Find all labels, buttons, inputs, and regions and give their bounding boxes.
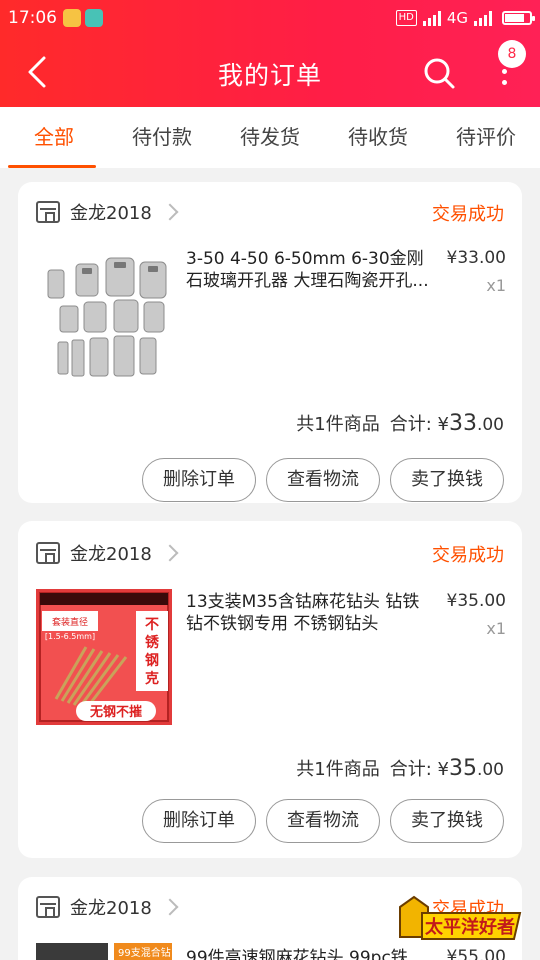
delete-order-button[interactable]: 删除订单 (142, 799, 256, 843)
tab-pending-payment[interactable]: 待付款 (108, 107, 216, 168)
product-title[interactable]: 3-50 4-50 6-50mm 6-30金刚石玻璃开孔器 大理石陶瓷开孔... (186, 248, 434, 292)
shop-header[interactable]: 金龙2018 (36, 537, 179, 569)
chevron-right-icon (161, 203, 179, 221)
order-summary: 共1件商品 合计: ¥35.00 (296, 755, 504, 781)
status-right: HD 4G (395, 9, 535, 27)
view-logistics-button[interactable]: 查看物流 (266, 799, 380, 843)
svg-text:不: 不 (145, 617, 159, 633)
svg-text:无钢不摧: 无钢不摧 (89, 704, 142, 720)
notification-app-icon (63, 9, 81, 27)
resell-button[interactable]: 卖了换钱 (390, 458, 504, 502)
message-count-badge: 8 (498, 40, 526, 68)
product-title[interactable]: 99件高速钢麻花钻头 99pc铁 (186, 947, 434, 960)
order-total: 合计: ¥35.00 (389, 756, 504, 781)
product-image[interactable] (36, 248, 172, 384)
network-type: 4G (446, 9, 468, 27)
battery-icon (502, 11, 535, 25)
shop-header[interactable]: 金龙2018 (36, 891, 179, 923)
resell-button[interactable]: 卖了换钱 (390, 799, 504, 843)
order-actions: 删除订单 查看物流 卖了换钱 (142, 458, 504, 502)
svg-text:太平洋好者: 太平洋好者 (425, 916, 515, 938)
product-price: ¥35.00 (446, 591, 506, 611)
product-price: ¥55.00 (446, 947, 506, 960)
status-time: 17:06 (8, 8, 57, 28)
order-status: 交易成功 (432, 545, 504, 566)
search-icon[interactable] (420, 54, 460, 94)
product-image[interactable]: 套装直径 [1.5-6.5mm] 不 锈 钢 克 无钢不摧 (36, 589, 172, 725)
title-bar: 我的订单 (0, 36, 540, 107)
svg-text:[1.5-6.5mm]: [1.5-6.5mm] (45, 632, 95, 641)
chevron-right-icon (161, 898, 179, 916)
product-image[interactable]: 99支混合钻 (36, 943, 172, 960)
order-total: 合计: ¥33.00 (389, 411, 504, 436)
watermark-logo: 太平洋好者 (392, 893, 524, 945)
screenshot-app-icon (85, 9, 103, 27)
signal-icon-2 (474, 10, 492, 26)
product-badge: 99支混合钻 (118, 948, 171, 959)
tab-all[interactable]: 全部 (0, 107, 108, 168)
svg-text:锈: 锈 (145, 634, 160, 651)
product-quantity: x1 (486, 276, 506, 295)
store-icon (36, 542, 60, 564)
order-status: 交易成功 (432, 204, 504, 225)
shop-name: 金龙2018 (70, 898, 152, 919)
order-tabs: 全部 待付款 待发货 待收货 待评价 (0, 107, 540, 168)
chevron-right-icon (161, 544, 179, 562)
shop-name: 金龙2018 (70, 544, 152, 565)
store-icon (36, 201, 60, 223)
item-count: 共1件商品 (296, 759, 380, 780)
tab-pending-shipment[interactable]: 待发货 (216, 107, 324, 168)
order-actions: 删除订单 查看物流 卖了换钱 (142, 799, 504, 843)
shop-name: 金龙2018 (70, 203, 152, 224)
hd-icon: HD (395, 10, 417, 26)
order-card[interactable]: 金龙2018 交易成功 套装直径 [1.5-6.5mm] 不 锈 钢 克 无钢不… (18, 521, 522, 858)
item-count: 共1件商品 (296, 414, 380, 435)
svg-text:克: 克 (145, 670, 159, 687)
tab-pending-review[interactable]: 待评价 (432, 107, 540, 168)
shop-header[interactable]: 金龙2018 (36, 196, 179, 228)
tab-pending-receipt[interactable]: 待收货 (324, 107, 432, 168)
signal-icon (422, 10, 441, 26)
order-summary: 共1件商品 合计: ¥33.00 (296, 410, 504, 436)
order-card[interactable]: 金龙2018 交易成功 3-50 4-50 6-50mm 6-30金刚石玻璃开孔… (18, 182, 522, 503)
product-title[interactable]: 13支装M35含钴麻花钻头 钻铁钻不铁钢专用 不锈钢钻头 (186, 591, 434, 635)
product-quantity: x1 (486, 619, 506, 638)
product-price: ¥33.00 (446, 248, 506, 268)
svg-text:钢: 钢 (145, 652, 159, 669)
app-header: 17:06 HD 4G 我的订单 8 (0, 0, 540, 107)
view-logistics-button[interactable]: 查看物流 (266, 458, 380, 502)
status-bar: 17:06 HD 4G (0, 0, 540, 36)
delete-order-button[interactable]: 删除订单 (142, 458, 256, 502)
store-icon (36, 896, 60, 918)
svg-text:套装直径: 套装直径 (52, 616, 88, 628)
